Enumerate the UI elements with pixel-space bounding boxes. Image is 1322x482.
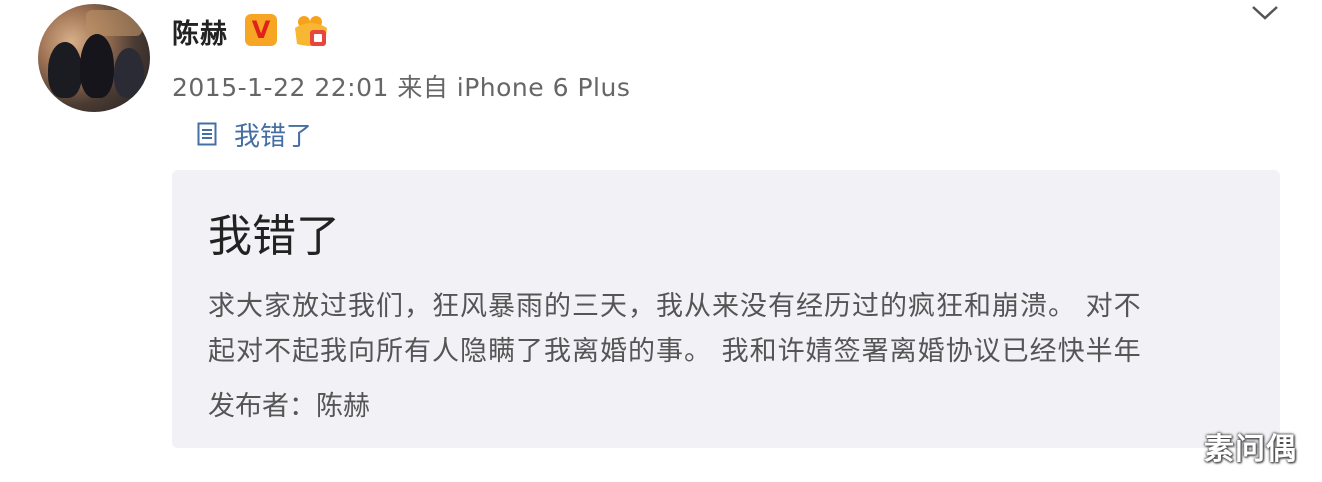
post-meta: 2015-1-22 22:01 来自 iPhone 6 Plus: [172, 68, 630, 104]
post-timestamp[interactable]: 2015-1-22 22:01: [172, 73, 389, 102]
card-summary: 求大家放过我们，狂风暴雨的三天，我从来没有经历过的疯狂和崩溃。 对不 起对不起我…: [208, 284, 1264, 374]
card-summary-line: 求大家放过我们，狂风暴雨的三天，我从来没有经历过的疯狂和崩溃。 对不: [208, 291, 1142, 322]
avatar[interactable]: [38, 4, 150, 112]
watermark: 素问偶: [1204, 432, 1297, 467]
weibo-post: 陈赫 V 2015-1-22 22:01 来自 iPhone 6 Plus 我错…: [0, 0, 1322, 482]
card-author: 发布者：陈赫: [208, 391, 370, 422]
article-link-label[interactable]: 我错了: [234, 116, 312, 153]
chevron-down-icon[interactable]: [1250, 4, 1280, 22]
username[interactable]: 陈赫: [172, 12, 228, 51]
card-title: 我错了: [208, 211, 340, 262]
vip-badge-icon[interactable]: V: [245, 14, 277, 46]
article-card[interactable]: 我错了 求大家放过我们，狂风暴雨的三天，我从来没有经历过的疯狂和崩溃。 对不 起…: [172, 170, 1280, 448]
article-icon: [197, 122, 217, 146]
level-badge-icon[interactable]: [292, 14, 330, 48]
post-source: 来自 iPhone 6 Plus: [397, 73, 631, 102]
card-summary-line: 起对不起我向所有人隐瞒了我离婚的事。 我和许婧签署离婚协议已经快半年: [208, 336, 1142, 367]
